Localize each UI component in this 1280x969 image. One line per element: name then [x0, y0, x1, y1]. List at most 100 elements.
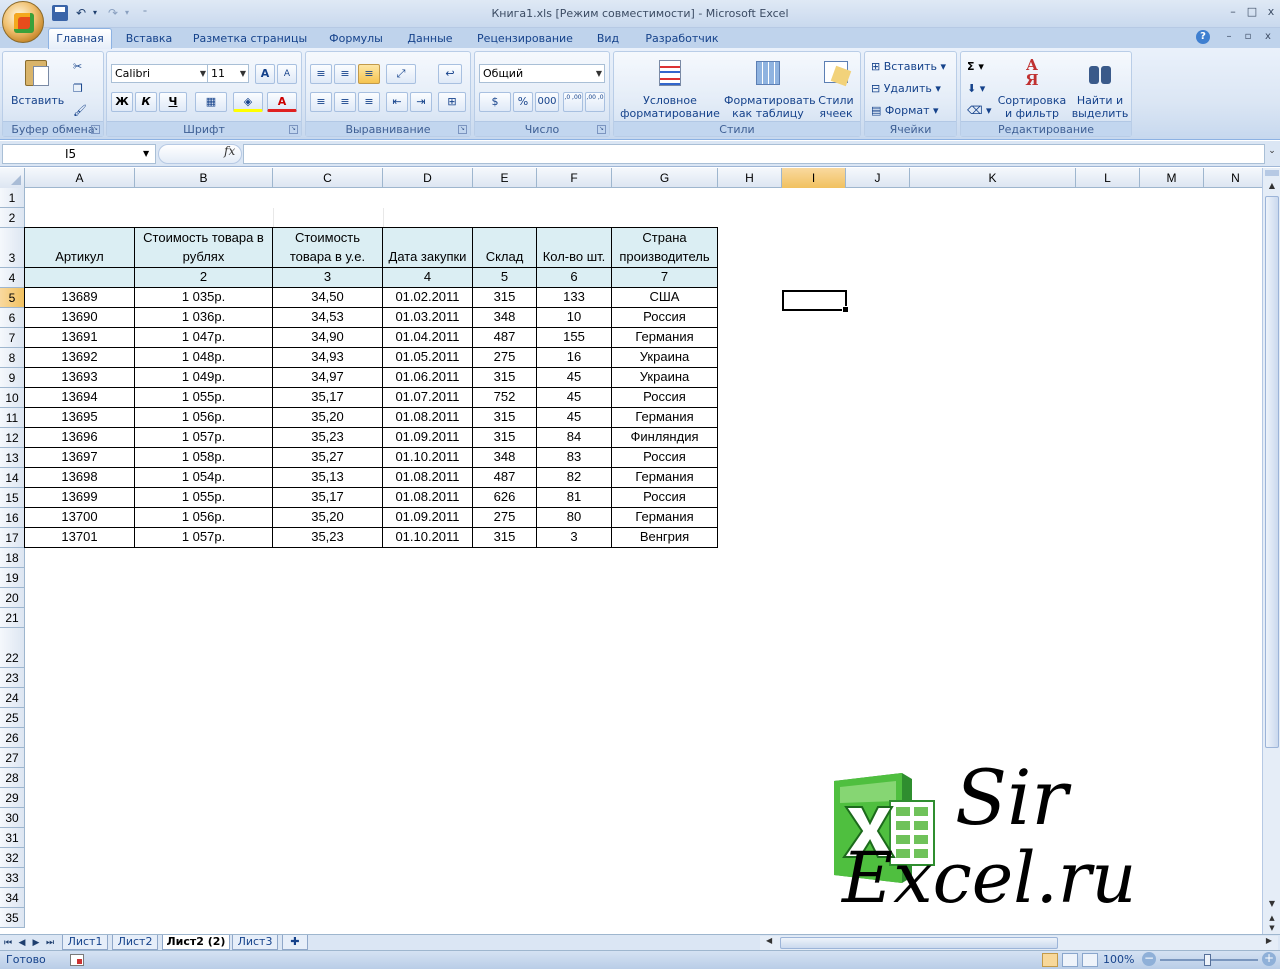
formula-input[interactable] [243, 144, 1265, 164]
table-cell[interactable]: 1 035р. [134, 287, 273, 308]
row-header-9[interactable]: 9 [0, 368, 25, 388]
column-header-m[interactable]: M [1140, 168, 1204, 188]
table-cell[interactable]: Германия [611, 407, 718, 428]
table-cell[interactable]: 81 [536, 487, 612, 508]
row-header-14[interactable]: 14 [0, 468, 25, 488]
row-header-32[interactable]: 32 [0, 848, 25, 868]
row-header-11[interactable]: 11 [0, 408, 25, 428]
table-cell[interactable]: 1 057р. [134, 527, 273, 548]
align-left-button[interactable]: ≡ [310, 92, 332, 112]
table-number-cell[interactable]: 7 [611, 267, 718, 288]
table-cell[interactable]: 13689 [24, 287, 135, 308]
table-cell[interactable]: 13692 [24, 347, 135, 368]
help-icon[interactable]: ? [1196, 30, 1210, 44]
table-cell[interactable]: 01.04.2011 [382, 327, 473, 348]
table-cell[interactable]: 275 [472, 347, 537, 368]
table-cell[interactable]: Украина [611, 367, 718, 388]
tab-review[interactable]: Рецензирование [468, 30, 582, 48]
column-header-d[interactable]: D [383, 168, 473, 188]
table-cell[interactable]: Германия [611, 327, 718, 348]
table-cell[interactable]: 35,20 [272, 507, 383, 528]
row-header-1[interactable]: 1 [0, 188, 25, 208]
decrease-decimal-button[interactable]: ,00 ,0 [585, 92, 605, 112]
column-header-a[interactable]: A [25, 168, 135, 188]
currency-format-button[interactable]: $ [479, 92, 511, 112]
table-cell[interactable]: 1 054р. [134, 467, 273, 488]
table-number-cell[interactable]: 2 [134, 267, 273, 288]
borders-button[interactable]: ▦ [195, 92, 227, 112]
zoom-level[interactable]: 100% [1103, 953, 1134, 966]
font-name-combo[interactable]: Calibri ▼ [111, 64, 209, 83]
table-cell[interactable]: 348 [472, 307, 537, 328]
row-header-12[interactable]: 12 [0, 428, 25, 448]
sheet-tab-2[interactable]: Лист2 [112, 935, 158, 950]
align-center-button[interactable]: ≡ [334, 92, 356, 112]
table-cell[interactable]: 13693 [24, 367, 135, 388]
row-header-8[interactable]: 8 [0, 348, 25, 368]
table-number-cell[interactable]: 3 [272, 267, 383, 288]
table-cell[interactable]: 35,20 [272, 407, 383, 428]
prev-sheet-icon[interactable]: ◀ [16, 936, 28, 950]
paste-button[interactable]: Вставить [11, 58, 64, 107]
table-cell[interactable]: 35,17 [272, 387, 383, 408]
column-header-j[interactable]: J [846, 168, 910, 188]
sheet-tab-3[interactable]: Лист2 (2) [162, 935, 230, 950]
clear-button[interactable]: ⌫ ▾ [967, 102, 997, 122]
page-break-view-button[interactable] [1082, 953, 1098, 967]
alignment-launcher-icon[interactable]: ↘ [458, 125, 467, 134]
row-header-4[interactable]: 4 [0, 268, 25, 288]
table-cell[interactable]: 34,90 [272, 327, 383, 348]
table-cell[interactable]: 35,17 [272, 487, 383, 508]
row-header-5[interactable]: 5 [0, 288, 25, 308]
chevron-down-icon[interactable]: ▼ [143, 149, 149, 158]
row-header-15[interactable]: 15 [0, 488, 25, 508]
table-cell[interactable]: 1 056р. [134, 407, 273, 428]
vertical-scroll-thumb[interactable] [1265, 196, 1279, 748]
align-middle-button[interactable]: ≡ [334, 64, 356, 84]
table-cell[interactable]: США [611, 287, 718, 308]
table-cell[interactable]: 13691 [24, 327, 135, 348]
copy-icon[interactable]: ❐ [73, 80, 89, 100]
row-header-23[interactable]: 23 [0, 668, 25, 688]
tab-developer[interactable]: Разработчик [636, 30, 728, 48]
last-sheet-icon[interactable]: ⏭ [44, 936, 56, 950]
column-header-c[interactable]: C [273, 168, 383, 188]
table-cell[interactable]: 13695 [24, 407, 135, 428]
row-header-27[interactable]: 27 [0, 748, 25, 768]
workbook-minimize-button[interactable]: – [1222, 30, 1236, 44]
tab-formulas[interactable]: Формулы [320, 30, 392, 48]
orientation-button[interactable]: ⤢ [386, 64, 416, 84]
table-number-cell[interactable]: 6 [536, 267, 612, 288]
table-cell[interactable]: Россия [611, 387, 718, 408]
table-cell[interactable]: 1 055р. [134, 387, 273, 408]
table-cell[interactable]: 10 [536, 307, 612, 328]
table-cell[interactable]: 01.09.2011 [382, 427, 473, 448]
table-number-cell[interactable]: 4 [382, 267, 473, 288]
row-header-35[interactable]: 35 [0, 908, 25, 928]
workbook-close-button[interactable]: x [1261, 30, 1275, 44]
table-cell[interactable]: 1 048р. [134, 347, 273, 368]
table-cell[interactable]: 45 [536, 407, 612, 428]
scroll-right-icon[interactable]: ▶ [1266, 936, 1272, 945]
table-cell[interactable]: 13698 [24, 467, 135, 488]
horizontal-scrollbar[interactable]: ◀ ▶ [760, 936, 1278, 950]
table-cell[interactable]: Финляндия [611, 427, 718, 448]
table-cell[interactable]: 84 [536, 427, 612, 448]
format-as-table-button[interactable]: Форматировать как таблицу [724, 58, 816, 120]
table-cell[interactable]: 348 [472, 447, 537, 468]
format-painter-icon[interactable]: 🖌 [73, 102, 89, 122]
name-box[interactable]: I5 [2, 144, 156, 164]
row-header-31[interactable]: 31 [0, 828, 25, 848]
row-header-20[interactable]: 20 [0, 588, 25, 608]
page-layout-view-button[interactable] [1062, 953, 1078, 967]
table-cell[interactable]: 626 [472, 487, 537, 508]
table-cell[interactable]: 01.03.2011 [382, 307, 473, 328]
fill-color-button[interactable]: ◈ [233, 92, 263, 112]
table-cell[interactable]: 133 [536, 287, 612, 308]
row-header-28[interactable]: 28 [0, 768, 25, 788]
percent-button[interactable]: % [513, 92, 533, 112]
table-cell[interactable]: Россия [611, 447, 718, 468]
column-header-k[interactable]: K [910, 168, 1076, 188]
row-header-22[interactable]: 22 [0, 628, 25, 668]
wrap-text-button[interactable]: ↩ [438, 64, 462, 84]
